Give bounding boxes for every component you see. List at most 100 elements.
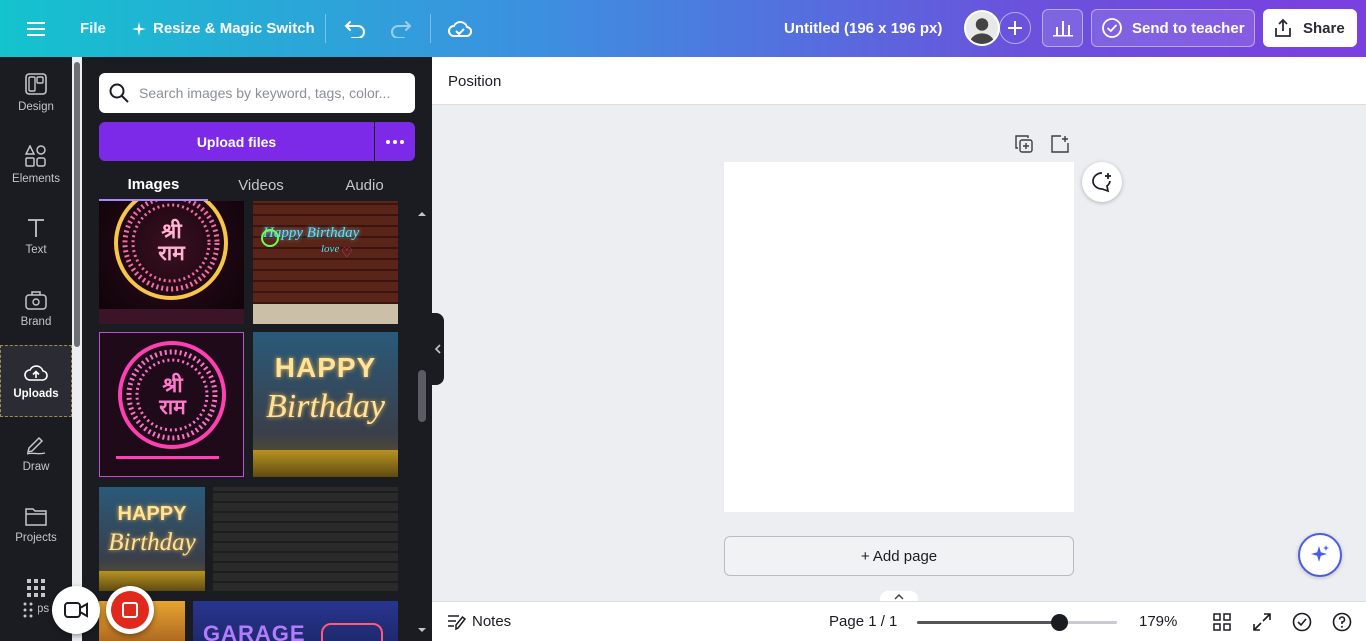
insights-button[interactable] [1042, 9, 1083, 47]
image-thumb-happy-birthday-small[interactable]: HAPPY Birthday [99, 487, 205, 591]
elements-icon [25, 145, 46, 167]
share-label: Share [1303, 19, 1345, 37]
magic-assistant-button[interactable] [1298, 533, 1342, 577]
rail-label: Brand [20, 316, 52, 328]
recorder-drag-handle[interactable] [18, 597, 38, 623]
recorder-stop-button[interactable] [106, 586, 154, 634]
plus-icon [1008, 21, 1022, 35]
recorder-camera-button[interactable] [52, 586, 100, 634]
send-to-teacher-button[interactable]: Send to teacher [1091, 9, 1255, 47]
add-collaborator-button[interactable] [999, 12, 1031, 44]
tab-audio[interactable]: Audio [314, 169, 415, 201]
search-input[interactable] [139, 85, 399, 101]
apps-icon [27, 579, 45, 597]
file-menu[interactable]: File [80, 0, 106, 57]
thumb-line: श्री [161, 220, 182, 243]
design-canvas[interactable] [724, 162, 1074, 512]
rail-label: Uploads [13, 388, 59, 400]
rail-item-brand[interactable]: Brand [0, 273, 72, 345]
rail-label: Elements [12, 173, 60, 185]
thumb-text: Birthday [266, 388, 385, 425]
table-graphic [253, 304, 398, 324]
duplicate-page-icon[interactable] [1014, 134, 1034, 154]
panel-scrollbar-thumb[interactable] [418, 370, 426, 422]
car-graphic [321, 623, 383, 641]
collapse-panel-button[interactable] [432, 313, 444, 385]
notes-icon[interactable] [446, 611, 468, 633]
divider [430, 14, 431, 43]
image-grid: श्री राम Happy Birthday love ♡ श्री राम … [99, 201, 399, 641]
position-button[interactable]: Position [448, 73, 501, 90]
notes-button[interactable]: Notes [472, 613, 511, 630]
panel-scrollbar[interactable] [416, 207, 428, 637]
help-icon[interactable] [1331, 611, 1353, 633]
rail-item-projects[interactable]: Projects [0, 489, 72, 561]
rail-label: Draw [22, 461, 50, 473]
canva-editor: File Resize & Magic Switch Untitled (196… [0, 0, 1366, 641]
thumb-text: HAPPY [117, 503, 187, 525]
rail-item-draw[interactable]: Draw [0, 417, 72, 489]
menu-icon[interactable] [22, 0, 50, 57]
comment-add-icon [1092, 172, 1111, 193]
drag-handle-icon [23, 602, 33, 618]
rail-label: Design [18, 101, 54, 113]
rail-label: Projects [15, 532, 57, 544]
rail-item-elements[interactable]: Elements [0, 129, 72, 201]
rail-scrollbar[interactable] [74, 62, 80, 347]
glow-floor [253, 450, 398, 477]
fullscreen-icon[interactable] [1251, 611, 1273, 633]
image-thumb-garage[interactable]: GARAGE [193, 601, 398, 641]
rail-item-text[interactable]: Text [0, 201, 72, 273]
check-circle-icon [1102, 18, 1122, 38]
zoom-level[interactable]: 179% [1139, 613, 1177, 630]
image-thumb-shri-ram-pink[interactable]: श्री राम [99, 332, 244, 477]
image-thumb-dark-brick[interactable] [213, 487, 398, 591]
share-icon [1275, 18, 1291, 37]
image-thumb-happy-birthday-brick[interactable]: Happy Birthday love ♡ [253, 201, 398, 324]
zoom-slider[interactable] [917, 614, 1117, 631]
thumb-text: श्री राम [99, 221, 244, 265]
cloud-saved-icon[interactable] [447, 0, 473, 57]
page-indicator[interactable]: Page 1 / 1 [829, 613, 897, 630]
zoom-slider-knob[interactable] [1051, 614, 1068, 631]
grid-view-icon[interactable] [1211, 611, 1233, 633]
thumb-line: राम [159, 396, 186, 419]
chevron-up-icon [894, 594, 904, 600]
share-button[interactable]: Share [1263, 9, 1357, 47]
draw-icon [26, 436, 46, 455]
tab-videos[interactable]: Videos [208, 169, 314, 201]
left-rail: Design Elements Text Brand Uploads Draw … [0, 57, 80, 641]
cloud-upload-icon [24, 365, 48, 381]
rail-item-uploads[interactable]: Uploads [0, 345, 72, 417]
search-box[interactable] [99, 73, 415, 113]
image-thumb-happy-birthday-gold[interactable]: HAPPY Birthday [253, 332, 398, 477]
smiley-icon [261, 229, 279, 247]
rail-label: Text [25, 244, 47, 256]
heart-icon: ♡ [341, 245, 353, 260]
search-icon [109, 83, 129, 108]
redo-icon[interactable] [389, 0, 413, 57]
folder-icon [25, 508, 47, 526]
stop-icon [111, 591, 149, 629]
thumb-line: राम [158, 242, 185, 265]
rail-item-design[interactable]: Design [0, 57, 72, 129]
media-tabs: Images Videos Audio [99, 169, 415, 201]
top-bar: File Resize & Magic Switch Untitled (196… [0, 0, 1366, 57]
image-thumb-shri-ram-gold[interactable]: श्री राम [99, 201, 244, 324]
add-page-button[interactable]: + Add page [724, 536, 1074, 576]
text-icon [28, 219, 44, 237]
avatar[interactable] [964, 10, 1000, 46]
undo-icon[interactable] [343, 0, 367, 57]
check-circle-icon[interactable] [1291, 611, 1313, 633]
upload-files-button[interactable]: Upload files [99, 122, 374, 161]
glow-floor [99, 571, 205, 591]
upload-more-button[interactable] [375, 122, 415, 161]
add-page-icon[interactable] [1050, 134, 1070, 154]
document-title[interactable]: Untitled (196 x 196 px) [784, 0, 942, 57]
bar-chart-icon [1052, 21, 1073, 37]
bottom-bar: Notes Page 1 / 1 179% [432, 601, 1366, 641]
context-toolbar: Position [432, 57, 1366, 105]
add-comment-button[interactable] [1082, 162, 1122, 202]
resize-magic-switch-button[interactable]: Resize & Magic Switch [132, 0, 315, 57]
tab-images[interactable]: Images [99, 169, 208, 201]
